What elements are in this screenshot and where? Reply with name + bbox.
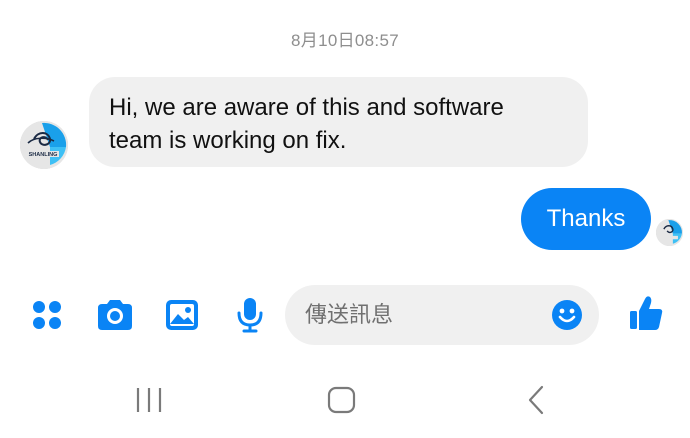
message-composer[interactable] — [285, 285, 599, 345]
emoji-button[interactable] — [551, 299, 583, 331]
read-receipt-avatar — [656, 219, 683, 246]
message-input[interactable] — [305, 285, 545, 345]
gallery-button[interactable] — [164, 298, 200, 332]
outgoing-message-bubble[interactable]: Thanks — [521, 188, 651, 250]
recent-apps-button[interactable] — [134, 383, 164, 417]
outgoing-message-text: Thanks — [546, 205, 626, 232]
incoming-message-line-2: team is working on fix. — [109, 127, 347, 154]
voice-message-button[interactable] — [235, 296, 265, 334]
camera-button[interactable] — [95, 298, 135, 332]
back-button[interactable] — [524, 383, 548, 417]
back-icon — [528, 385, 544, 415]
incoming-message-bubble[interactable]: Hi, we are aware of this and software te… — [89, 77, 588, 167]
incoming-message-line-1: Hi, we are aware of this and software — [109, 94, 504, 121]
like-button[interactable] — [628, 294, 664, 332]
home-button[interactable] — [326, 383, 358, 417]
shanling-logo-icon — [656, 219, 683, 246]
like-icon — [630, 296, 663, 330]
shanling-logo-icon: SHANLING — [20, 121, 68, 169]
microphone-icon — [237, 298, 263, 333]
recent-apps-icon — [136, 388, 162, 412]
camera-icon — [98, 300, 132, 330]
emoji-icon — [552, 300, 582, 330]
gallery-icon — [166, 300, 198, 330]
message-timestamp: 8月10日08:57 — [291, 31, 399, 50]
home-icon — [327, 386, 356, 414]
contact-avatar[interactable]: SHANLING — [20, 121, 68, 169]
apps-icon — [33, 301, 61, 329]
avatar-logo-text: SHANLING — [29, 152, 58, 158]
apps-button[interactable] — [30, 298, 64, 332]
